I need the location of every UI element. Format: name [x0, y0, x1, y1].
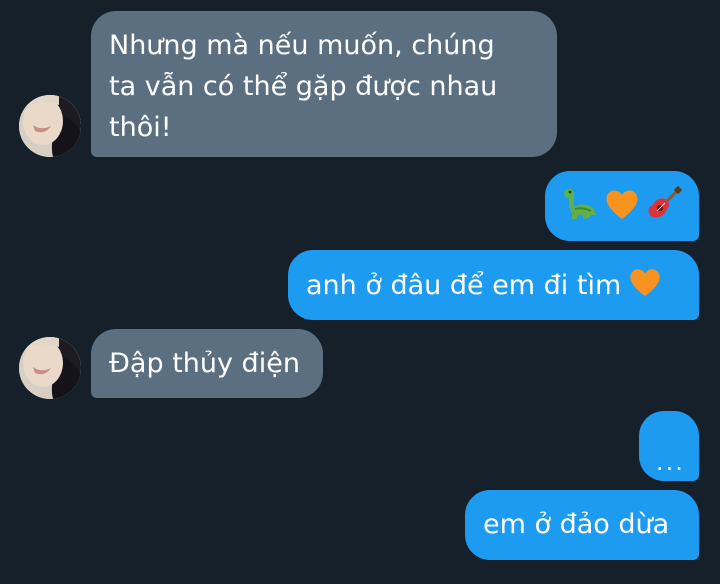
chat-thread: Nhưng mà nếu muốn, chúng ta vẫn có thể g… [0, 0, 720, 584]
orange-heart-icon [606, 190, 638, 219]
message-bubble-outgoing[interactable]: anh ở đâu để em đi tìm [288, 250, 699, 320]
message-bubble-incoming[interactable]: Nhưng mà nếu muốn, chúng ta vẫn có thể g… [91, 11, 557, 157]
orange-heart-icon [630, 269, 660, 297]
message-text: Đập thủy điện [109, 348, 300, 379]
message-text: em ở đảo dừa [483, 509, 670, 540]
guitar-icon [648, 186, 682, 218]
message-text-line: Nhưng mà nếu muốn, chúng [109, 30, 495, 61]
message-bubble-outgoing[interactable]: ... [639, 411, 699, 481]
message-bubble-incoming[interactable]: Đập thủy điện [91, 329, 323, 398]
dinosaur-icon [564, 188, 597, 219]
message-text-line: ta vẫn có thể gặp được nhau [109, 71, 498, 102]
message-text: ... [656, 448, 685, 476]
message-bubble-outgoing[interactable] [545, 171, 699, 241]
message-text-line: thôi! [109, 112, 172, 143]
message-text: anh ở đâu để em đi tìm [306, 270, 622, 301]
contact-avatar[interactable] [19, 337, 81, 399]
contact-avatar[interactable] [19, 95, 81, 157]
message-bubble-outgoing[interactable]: em ở đảo dừa [465, 490, 699, 560]
